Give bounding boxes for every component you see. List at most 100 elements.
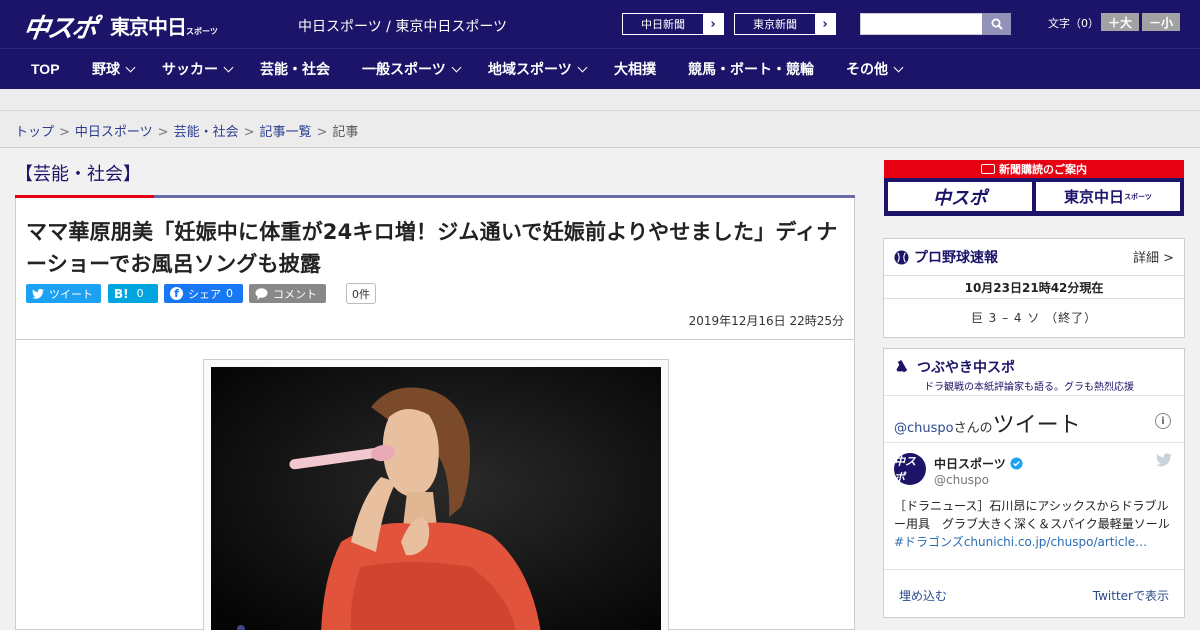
facebook-share-count: 0 xyxy=(226,287,233,300)
facebook-share-label: シェア xyxy=(188,287,221,301)
facebook-icon: f xyxy=(170,287,183,300)
info-icon[interactable]: i xyxy=(1155,413,1171,429)
nav-item-other[interactable]: その他 xyxy=(846,49,904,89)
chunichi-shimbun-label: 中日新聞 xyxy=(641,18,685,31)
megaphone-icon xyxy=(896,359,908,373)
sub-nav-band xyxy=(0,89,1200,111)
comment-count: 0件 xyxy=(346,283,376,304)
timeline-handle-link[interactable]: @chuspo xyxy=(894,421,954,436)
nav-item-label: TOP xyxy=(31,61,60,77)
article-header: ママ華原朋美「妊娠中に体重が24キロ増！ジム通いで妊娠前よりやせました」ディナー… xyxy=(15,198,855,340)
chevron-right-icon: › xyxy=(815,14,835,34)
breadcrumb-separator: > xyxy=(243,125,255,140)
nav-item-label: その他 xyxy=(846,61,888,77)
hatena-bookmark-button[interactable]: B! 0 xyxy=(108,284,158,303)
font-size-label: 文字（0） xyxy=(1048,17,1099,30)
twitter-timeline-header: @chuspoさんのツイート i xyxy=(884,395,1184,443)
hatena-icon: B! xyxy=(114,286,129,301)
avatar[interactable]: 中スポ xyxy=(894,453,926,485)
nav-item-label: 地域スポーツ xyxy=(488,61,572,77)
article-image-area xyxy=(15,340,855,630)
speech-bubble-icon xyxy=(255,287,268,300)
breadcrumb-separator: > xyxy=(157,125,169,140)
subscribe-tokyo-chunichi-label: 東京中日 xyxy=(1064,188,1125,206)
nav-item-soccer[interactable]: サッカー xyxy=(162,49,234,89)
tokyo-chunichi-logo-text: 東京中日 xyxy=(110,15,187,39)
chevron-down-icon xyxy=(223,62,234,72)
comment-button[interactable]: コメント xyxy=(249,284,326,303)
tweet-account-name-text: 中日スポーツ xyxy=(934,457,1006,471)
tokyo-chunichi-logo-small: スポーツ xyxy=(186,27,218,36)
chevron-right-icon: › xyxy=(703,14,723,34)
embed-link[interactable]: 埋め込む xyxy=(899,587,947,604)
subscribe-tokyo-chunichi-small: スポーツ xyxy=(1124,192,1152,201)
nav-item-label: 競馬・ボート・競輪 xyxy=(688,61,814,77)
tweet-label: ツイート xyxy=(49,287,93,301)
font-larger-button[interactable]: ＋大 xyxy=(1101,13,1139,31)
verified-badge-icon xyxy=(1010,457,1023,470)
site-header: 中スポ 東京中日スポーツ 中日スポーツ / 東京中日スポーツ 中日新聞 › 東京… xyxy=(0,0,1200,48)
breadcrumb: トップ > 中日スポーツ > 芸能・社会 > 記事一覧 > 記事 xyxy=(0,111,1200,148)
breadcrumb-item[interactable]: 記事一覧 xyxy=(260,125,312,140)
timeline-heading-mid: さんの xyxy=(953,421,993,436)
subscribe-tokyo-chunichi-button[interactable]: 東京中日 スポーツ xyxy=(1036,182,1180,211)
view-on-twitter-link[interactable]: Twitterで表示 xyxy=(1093,587,1169,604)
chevron-down-icon xyxy=(893,62,904,72)
performer-image xyxy=(211,367,661,630)
twitter-widget-subtitle: ドラ観戦の本紙評論家も語る。グラも熱烈応援 xyxy=(924,382,1134,393)
chevron-down-icon xyxy=(125,62,136,72)
nav-item-general-sports[interactable]: 一般スポーツ xyxy=(362,49,462,89)
nav-item-label: 芸能・社会 xyxy=(260,61,330,77)
nav-item-label: 野球 xyxy=(92,61,120,77)
chevron-down-icon xyxy=(577,62,588,72)
article-date: 2019年12月16日 22時25分 xyxy=(688,314,844,328)
tweet-link[interactable]: #ドラゴンズchunichi.co.jp/chuspo/article… xyxy=(894,535,1147,549)
twitter-bird-icon[interactable] xyxy=(1156,453,1172,467)
breadcrumb-separator: > xyxy=(316,125,328,140)
breadcrumb-separator: > xyxy=(59,125,70,140)
tweet-account-handle[interactable]: @chuspo xyxy=(934,473,989,487)
font-smaller-button[interactable]: －小 xyxy=(1142,13,1180,31)
search-button[interactable] xyxy=(982,13,1011,35)
tweet-button[interactable]: ツイート xyxy=(26,284,101,303)
hatena-count: 0 xyxy=(136,287,144,300)
chuspo-logo[interactable]: 中スポ xyxy=(21,8,98,45)
tweet-text: ［ドラニュース］石川昂にアシックスからドラブルー用具 グラブ大きく深く＆スパイク… xyxy=(894,497,1179,551)
timeline-heading-big: ツイート xyxy=(992,413,1081,438)
nav-item-sumo[interactable]: 大相撲 xyxy=(614,49,656,89)
breadcrumb-item[interactable]: 芸能・社会 xyxy=(174,125,239,140)
subscribe-chuspo-button[interactable]: 中スポ xyxy=(888,182,1032,211)
breadcrumb-item[interactable]: トップ xyxy=(15,125,54,140)
article-title: ママ華原朋美「妊娠中に体重が24キロ増！ジム通いで妊娠前よりやせました」ディナー… xyxy=(26,220,838,276)
chunichi-shimbun-link[interactable]: 中日新聞 › xyxy=(622,13,724,35)
baseball-details-link[interactable]: 詳細 > xyxy=(1133,247,1174,266)
comment-label: コメント xyxy=(273,287,317,301)
nav-item-entertainment[interactable]: 芸能・社会 xyxy=(260,49,330,89)
subscription-banner[interactable]: 新聞購読のご案内 中スポ 東京中日 スポーツ xyxy=(884,160,1184,216)
subscription-header: 新聞購読のご案内 xyxy=(884,160,1184,178)
nav-item-regional-sports[interactable]: 地域スポーツ xyxy=(488,49,588,89)
chevron-down-icon xyxy=(451,62,462,72)
baseball-score[interactable]: 巨 3 – 4 ソ （終了） xyxy=(884,309,1184,326)
twitter-widget-footer: 埋め込む Twitterで表示 xyxy=(884,569,1184,619)
tweet-body: ［ドラニュース］石川昂にアシックスからドラブルー用具 グラブ大きく深く＆スパイク… xyxy=(894,499,1170,531)
tokyo-chunichi-logo[interactable]: 東京中日スポーツ xyxy=(110,11,218,40)
baseball-scoreboard-title: プロ野球速報 xyxy=(914,250,998,266)
facebook-share-button[interactable]: f シェア 0 xyxy=(164,284,243,303)
twitter-widget-title: つぶやき中スポ xyxy=(917,360,1015,376)
breadcrumb-item[interactable]: 中日スポーツ xyxy=(75,125,153,140)
section-title: 【芸能・社会】 xyxy=(15,164,141,185)
main-nav: TOP 野球 サッカー 芸能・社会 一般スポーツ 地域スポーツ 大相撲 競馬・ボ… xyxy=(0,48,1200,89)
nav-item-label: サッカー xyxy=(162,61,218,77)
tokyo-shimbun-link[interactable]: 東京新聞 › xyxy=(734,13,836,35)
nav-item-keiba[interactable]: 競馬・ボート・競輪 xyxy=(688,49,814,89)
timeline-heading: @chuspoさんのツイート xyxy=(894,407,1081,439)
newspaper-icon xyxy=(981,164,995,174)
nav-item-baseball[interactable]: 野球 xyxy=(92,49,136,89)
twitter-widget: つぶやき中スポ ドラ観戦の本紙評論家も語る。グラも熱烈応援 @chuspoさんの… xyxy=(883,348,1185,618)
nav-item-top[interactable]: TOP xyxy=(31,49,60,89)
tweet-account-name[interactable]: 中日スポーツ xyxy=(934,455,1023,472)
article-photo[interactable] xyxy=(211,367,661,630)
twitter-bird-icon xyxy=(32,288,44,299)
header-subtitle: 中日スポーツ / 東京中日スポーツ xyxy=(298,19,508,35)
